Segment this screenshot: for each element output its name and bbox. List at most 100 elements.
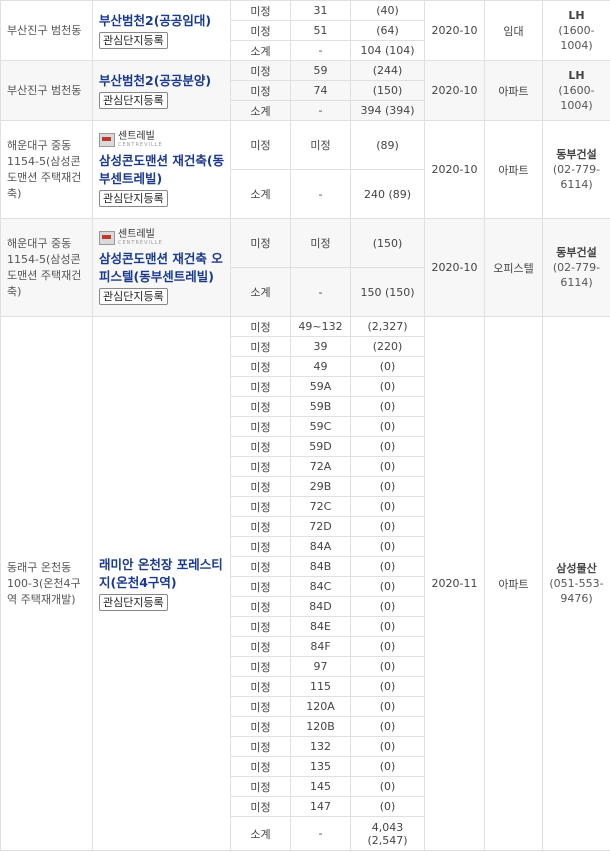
units-cell: (0) <box>350 516 425 537</box>
company-phone: (1600-1004) <box>558 24 595 52</box>
category-cell: 미정 <box>230 496 291 517</box>
category-cell: 미정 <box>230 356 291 377</box>
area-cell: 59D <box>290 436 351 457</box>
units-cell: (0) <box>350 416 425 437</box>
area-cell: 84E <box>290 616 351 637</box>
area-cell: 미정 <box>290 218 351 268</box>
category-cell: 소계 <box>230 816 291 851</box>
units-cell: (0) <box>350 536 425 557</box>
area-cell: 미정 <box>290 120 351 170</box>
category-cell: 미정 <box>230 576 291 597</box>
area-cell: 59C <box>290 416 351 437</box>
area-cell: 29B <box>290 476 351 497</box>
category-cell: 미정 <box>230 0 291 21</box>
category-cell: 미정 <box>230 516 291 537</box>
units-cell: (0) <box>350 796 425 817</box>
complex-name-link[interactable]: 삼성콘도맨션 재건축(동부센트레빌) <box>99 152 226 188</box>
company-name: 동부건설 <box>556 246 597 259</box>
category-cell: 미정 <box>230 696 291 717</box>
complex-name-link[interactable]: 부산범천2(공공임대) <box>99 12 226 30</box>
units-cell: (0) <box>350 576 425 597</box>
category-cell: 미정 <box>230 596 291 617</box>
table-row: 부산진구 범천동 부산범천2(공공분양) 관심단지등록 미정 59 (244) 2020-1… <box>0 60 610 121</box>
area-cell: 59A <box>290 376 351 397</box>
brand-logo: 센트레빌 CENTREVILLE <box>99 230 163 246</box>
area-cell: 49 <box>290 356 351 377</box>
units-cell: (0) <box>350 756 425 777</box>
category-cell: 미정 <box>230 316 291 337</box>
area-cell: 84C <box>290 576 351 597</box>
units-cell: (0) <box>350 556 425 577</box>
complex-cell: 센트레빌 CENTREVILLE 삼성콘도맨션 재건축(동부센트레빌) 관심단지등록 <box>92 120 231 219</box>
category-cell: 미정 <box>230 436 291 457</box>
logo-subtext: CENTREVILLE <box>118 240 163 246</box>
watchlist-button[interactable]: 관심단지등록 <box>99 32 168 49</box>
area-cell: 72A <box>290 456 351 477</box>
units-cell: 150 (150) <box>350 267 425 317</box>
category-cell: 미정 <box>230 218 291 268</box>
watchlist-button[interactable]: 관심단지등록 <box>99 190 168 207</box>
date-cell: 2020-10 <box>424 218 485 317</box>
type-cell: 아파트 <box>484 316 543 851</box>
complex-cell: 부산범천2(공공분양) 관심단지등록 <box>92 60 231 121</box>
category-cell: 미정 <box>230 416 291 437</box>
category-cell: 미정 <box>230 656 291 677</box>
area-cell: 31 <box>290 0 351 21</box>
category-cell: 미정 <box>230 336 291 357</box>
type-cell: 임대 <box>484 0 543 61</box>
logo-wordmark: 센트레빌 <box>118 229 155 240</box>
category-cell: 미정 <box>230 716 291 737</box>
company-cell: LH (1600-1004) <box>542 0 610 61</box>
area-cell: - <box>290 100 351 121</box>
company-phone: (02-779-6114) <box>552 261 601 289</box>
type-cell: 오피스텔 <box>484 218 543 317</box>
units-cell: 240 (89) <box>350 169 425 219</box>
location-cell: 해운대구 중동 1154-5(삼성콘도맨션 주택재건축) <box>0 218 93 317</box>
complex-cell: 부산범천2(공공임대) 관심단지등록 <box>92 0 231 61</box>
company-cell: LH (1600-1004) <box>542 60 610 121</box>
company-phone: (02-779-6114) <box>552 163 601 191</box>
brand-logo: 센트레빌 CENTREVILLE <box>99 132 163 148</box>
units-cell: (0) <box>350 716 425 737</box>
area-cell: 72C <box>290 496 351 517</box>
company-name: LH <box>568 69 585 82</box>
units-cell: (64) <box>350 20 425 41</box>
units-cell: (0) <box>350 636 425 657</box>
category-cell: 미정 <box>230 476 291 497</box>
category-cell: 미정 <box>230 80 291 101</box>
table-row: 해운대구 중동 1154-5(삼성콘도맨션 주택재건축) 센트레빌 CENTREVI… <box>0 120 610 219</box>
logo-mark-icon <box>99 231 115 245</box>
watchlist-button[interactable]: 관심단지등록 <box>99 92 168 109</box>
units-cell: (0) <box>350 356 425 377</box>
watchlist-button[interactable]: 관심단지등록 <box>99 594 168 611</box>
units-cell: (244) <box>350 60 425 81</box>
company-name: LH <box>568 9 585 22</box>
category-cell: 미정 <box>230 396 291 417</box>
logo-text: 센트레빌 CENTREVILLE <box>118 131 163 149</box>
complex-cell: 센트레빌 CENTREVILLE 삼성콘도맨션 재건축 오피스텔(동부센트레빌) 관심… <box>92 218 231 317</box>
complex-name-link[interactable]: 부산범천2(공공분양) <box>99 72 226 90</box>
area-cell: 84B <box>290 556 351 577</box>
type-cell: 아파트 <box>484 60 543 121</box>
category-cell: 소계 <box>230 267 291 317</box>
area-cell: 120A <box>290 696 351 717</box>
company-cell: 동부건설 (02-779-6114) <box>542 120 610 219</box>
logo-wordmark: 센트레빌 <box>118 131 155 142</box>
area-cell: 59B <box>290 396 351 417</box>
complex-name-link[interactable]: 삼성콘도맨션 재건축 오피스텔(동부센트레빌) <box>99 250 226 286</box>
watchlist-button[interactable]: 관심단지등록 <box>99 288 168 305</box>
date-cell: 2020-10 <box>424 120 485 219</box>
units-cell: (0) <box>350 656 425 677</box>
category-cell: 미정 <box>230 20 291 41</box>
units-cell: (0) <box>350 696 425 717</box>
units-cell: (0) <box>350 376 425 397</box>
date-cell: 2020-10 <box>424 0 485 61</box>
category-cell: 미정 <box>230 796 291 817</box>
date-cell: 2020-10 <box>424 60 485 121</box>
category-cell: 미정 <box>230 736 291 757</box>
units-cell: (0) <box>350 596 425 617</box>
units-cell: (0) <box>350 436 425 457</box>
complex-name-link[interactable]: 래미안 온천장 포레스티지(온천4구역) <box>99 556 226 592</box>
category-cell: 소계 <box>230 169 291 219</box>
logo-text: 센트레빌 CENTREVILLE <box>118 229 163 247</box>
